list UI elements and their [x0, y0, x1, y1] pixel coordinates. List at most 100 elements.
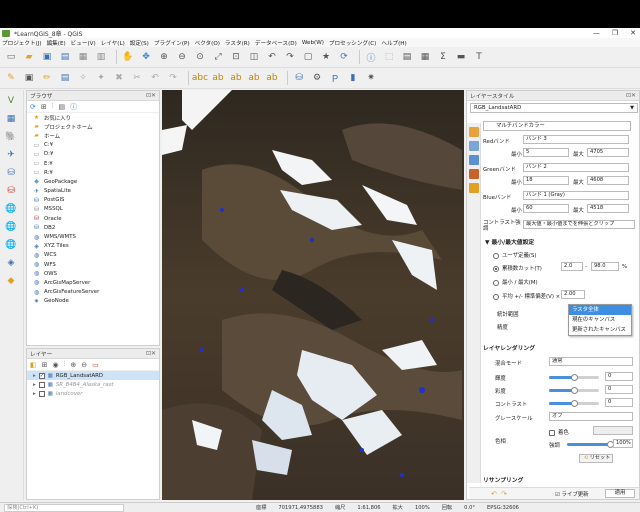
filter-legend-icon[interactable]: ⫶ [64, 360, 66, 369]
field-calc-icon[interactable]: ▦ [418, 50, 432, 64]
browser-item[interactable]: ◍ WMS/WMTS [27, 232, 159, 241]
colorize-checkbox[interactable]: 着色 [549, 428, 569, 436]
strength-input[interactable]: 100% [613, 439, 633, 448]
print-layout-icon[interactable]: ▦ [76, 50, 90, 64]
zoom-last-icon[interactable]: ↶ [265, 50, 279, 64]
menu-web[interactable]: Web(W) [302, 40, 324, 46]
brightness-input[interactable]: 0 [605, 372, 633, 381]
layer-visibility-checkbox[interactable]: ✓ [38, 372, 45, 379]
filter-icon[interactable]: ⫶ [52, 102, 54, 111]
transparency-tab-icon[interactable] [469, 141, 479, 151]
label-rotate-icon[interactable]: ab [247, 71, 261, 85]
browser-item[interactable]: ⛁ PostGIS [27, 196, 159, 205]
browser-item[interactable]: ⛁ Oracle [27, 214, 159, 223]
close-button[interactable]: ✕ [630, 28, 636, 38]
zoom-native-icon[interactable]: ⊙ [193, 50, 207, 64]
red-max-input[interactable]: 4705 [587, 148, 629, 157]
radio-user-defined[interactable]: ユーザ定義(S) [493, 251, 536, 259]
attribute-table-icon[interactable]: ▤ [400, 50, 414, 64]
label-change-icon[interactable]: ab [265, 71, 279, 85]
saturation-slider[interactable] [549, 387, 599, 394]
properties-icon[interactable]: ⓘ [70, 102, 77, 112]
colorize-color[interactable] [593, 426, 633, 435]
histogram-tab-icon[interactable] [469, 155, 479, 165]
select-icon[interactable]: ⬚ [382, 50, 396, 64]
zoom-layer-icon[interactable]: ◫ [247, 50, 261, 64]
zoom-full-icon[interactable]: ⤢ [211, 50, 225, 64]
expand-arrow-icon[interactable]: ▸ [33, 382, 36, 388]
expand-all-icon[interactable]: ⊕ [70, 361, 76, 369]
blue-band-select[interactable]: バンド 1 (Gray) [523, 191, 629, 200]
browser-item[interactable]: ▰ プロジェクトホーム [27, 122, 159, 131]
browser-item[interactable]: ⛁ MSSQL [27, 205, 159, 214]
collapse-icon[interactable]: ▤ [59, 103, 66, 111]
database-icon[interactable]: ⛁ [292, 71, 306, 85]
browser-item[interactable]: ✷ GeoNode [27, 297, 159, 306]
browser-item[interactable]: ▭ D:¥ [27, 150, 159, 159]
scale-value[interactable]: 1:61,806 [357, 505, 380, 511]
menu-edit[interactable]: 編集(E) [47, 39, 66, 47]
blue-max-input[interactable]: 4518 [587, 204, 629, 213]
add-wms-icon[interactable]: 🌐 [4, 202, 18, 216]
browser-item[interactable]: ▭ R:¥ [27, 168, 159, 177]
layer-item[interactable]: ▸ ✓ ▦ RGB_LandsatARD [27, 371, 159, 380]
browser-item[interactable]: ▭ C:¥ [27, 141, 159, 150]
menu-settings[interactable]: 設定(S) [130, 39, 149, 47]
menu-layer[interactable]: レイヤ(L) [101, 39, 125, 47]
menu-help[interactable]: ヘルプ(H) [381, 39, 406, 47]
apply-button[interactable]: 適用 [605, 489, 635, 498]
expand-arrow-icon[interactable]: ▸ [33, 373, 36, 379]
blue-min-input[interactable]: 60 [523, 204, 569, 213]
add-oracle-icon[interactable]: ⛁ [4, 184, 18, 198]
undo-icon[interactable]: ↶ [148, 71, 162, 85]
browser-item[interactable]: ▰ ホーム [27, 131, 159, 140]
current-edits-icon[interactable]: ▣ [22, 71, 36, 85]
new-project-icon[interactable]: ▭ [4, 50, 18, 64]
redo-style-icon[interactable]: ↷ [501, 490, 507, 498]
add-feature-icon[interactable]: ✧ [76, 71, 90, 85]
coord-value[interactable]: 701971,4975883 [278, 505, 323, 511]
epsg-value[interactable]: EPSG:32606 [487, 505, 519, 511]
brightness-slider[interactable] [549, 374, 599, 381]
radio-minmax[interactable]: 最小 / 最大(M) [493, 278, 538, 286]
layer-select[interactable]: RGB_LandsatARD ▼ [470, 103, 638, 113]
add-vector-layer-icon[interactable]: V [4, 94, 18, 108]
add-wfs-icon[interactable]: 🌐 [4, 238, 18, 252]
label-icon[interactable]: abc [192, 71, 208, 85]
plugin-icon[interactable]: ✷ [364, 71, 378, 85]
collapse-all-icon[interactable]: ⊖ [81, 361, 87, 369]
extent-option-updated[interactable]: 更新されたキャンバス [569, 325, 631, 335]
contrast2-input[interactable]: 0 [605, 398, 633, 407]
zoom-selection-icon[interactable]: ⊡ [229, 50, 243, 64]
meanstd-input[interactable]: 2.00 [561, 290, 585, 299]
add-mssql-icon[interactable]: ⛁ [4, 166, 18, 180]
minimize-button[interactable]: — [593, 28, 600, 38]
menu-database[interactable]: データベース(D) [255, 39, 297, 47]
manage-visibility-icon[interactable]: ◉ [53, 361, 59, 369]
style-manager-icon[interactable]: ◧ [30, 361, 37, 369]
digitize-icon[interactable]: ✎ [4, 71, 18, 85]
saturation-input[interactable]: 0 [605, 385, 633, 394]
save-project-icon[interactable]: ▣ [40, 50, 54, 64]
layer-visibility-checkbox[interactable] [38, 381, 45, 388]
zoom-next-icon[interactable]: ↷ [283, 50, 297, 64]
annotation-icon[interactable]: T [472, 50, 486, 64]
radio-cumulative[interactable]: 累積数カット(T) [493, 264, 542, 272]
refresh-icon[interactable]: ⟳ [337, 50, 351, 64]
save-as-icon[interactable]: ▤ [58, 50, 72, 64]
strength-slider[interactable] [567, 441, 614, 448]
green-max-input[interactable]: 4608 [587, 176, 629, 185]
bookmark-icon[interactable]: ★ [319, 50, 333, 64]
browser-item[interactable]: ◍ WCS [27, 251, 159, 260]
open-project-icon[interactable]: ▰ [22, 50, 36, 64]
add-xyz-icon[interactable]: ◈ [4, 256, 18, 270]
symbology-tab-icon[interactable] [469, 127, 479, 137]
layer-item[interactable]: ▸ ▦ SR_B4B4_Alaska_rast [27, 380, 159, 389]
measure-icon[interactable]: ▬ [454, 50, 468, 64]
add-raster-layer-icon[interactable]: ▦ [4, 112, 18, 126]
layer-item[interactable]: ▸ ▦ landcover [27, 389, 159, 398]
add-postgis-icon[interactable]: 🐘 [4, 130, 18, 144]
refresh-icon[interactable]: ⟳ [30, 103, 36, 111]
add-group-icon[interactable]: ⊞ [42, 361, 48, 369]
menu-view[interactable]: ビュー(V) [71, 39, 96, 47]
